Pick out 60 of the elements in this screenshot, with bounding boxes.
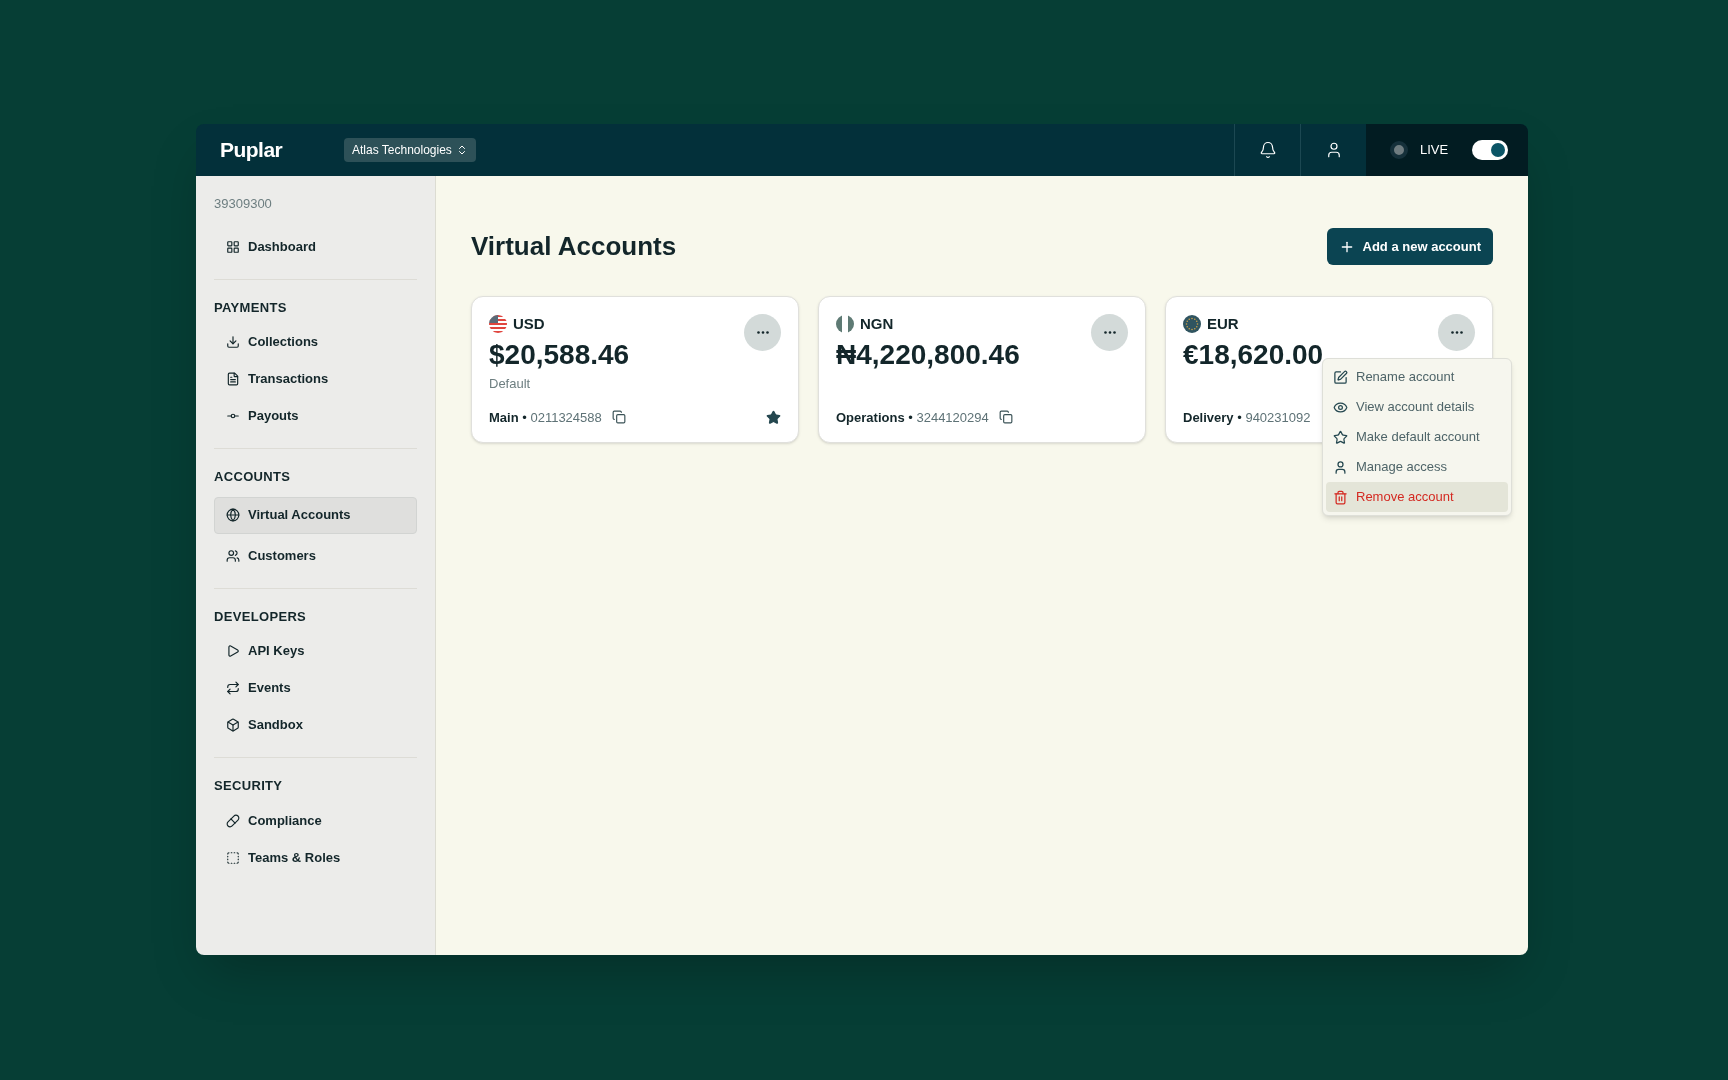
nav-item[interactable]: Customers [214, 540, 417, 571]
organization-switcher[interactable]: Atlas Technologies [344, 138, 476, 162]
play-icon [226, 644, 240, 658]
account-name-number: Main • 0211324588 [489, 408, 602, 427]
globe-icon [226, 508, 240, 522]
nav-item[interactable]: Dashboard [214, 231, 417, 262]
star-icon [1333, 429, 1348, 445]
more-options-button[interactable] [1438, 314, 1475, 351]
section-heading: ACCOUNTS [214, 468, 292, 486]
nav-item[interactable]: Collections [214, 327, 417, 357]
nav-item[interactable]: Payouts [214, 401, 417, 431]
nav-item[interactable]: Transactions [214, 364, 417, 394]
user-icon [1333, 459, 1348, 475]
bell-icon [1258, 141, 1277, 159]
currency-code: NGN [860, 314, 894, 334]
more-options-button[interactable] [1091, 314, 1128, 351]
nav-item[interactable]: Virtual Accounts [214, 496, 417, 534]
more-options-button[interactable] [744, 314, 781, 351]
dashed-square-icon [226, 850, 240, 865]
grid-icon [226, 239, 240, 254]
trash-icon [1333, 489, 1348, 505]
logo: Puplar [220, 137, 283, 164]
live-toggle[interactable] [1472, 140, 1508, 160]
repeat-icon [226, 681, 240, 695]
menu-item[interactable]: Remove account [1326, 482, 1508, 512]
mode-label: LIVE [1420, 141, 1449, 160]
account-balance: $20,588.46 [489, 337, 631, 372]
eu-flag-icon [1183, 315, 1201, 334]
ellipsis-icon [1103, 331, 1116, 334]
ellipsis-icon [1450, 331, 1463, 334]
currency-code: USD [513, 314, 545, 334]
nav-item[interactable]: Teams & Roles [214, 842, 417, 873]
section-heading: DEVELOPERS [214, 607, 308, 626]
nav-item[interactable]: API Keys [214, 636, 417, 666]
nav-item[interactable]: Events [214, 673, 417, 703]
account-name-number: Delivery • 940231092 [1183, 408, 1311, 427]
nav-item[interactable]: Compliance [214, 805, 417, 836]
copy-button[interactable] [998, 410, 1013, 425]
pill-icon [226, 813, 240, 828]
us-flag-icon [489, 315, 507, 334]
account-balance: ₦4,220,800.46 [836, 337, 1021, 372]
section-heading: PAYMENTS [214, 298, 288, 317]
download-icon [226, 335, 240, 349]
nav-item[interactable]: Sandbox [214, 710, 417, 740]
ellipsis-icon [756, 331, 769, 334]
users-icon [226, 548, 240, 563]
account-balance: €18,620.00 [1183, 337, 1325, 372]
nigeria-flag-icon [836, 315, 854, 334]
edit-icon [1333, 369, 1348, 385]
cube-icon [226, 718, 240, 732]
copy-button[interactable] [611, 410, 626, 425]
document-icon [226, 372, 240, 386]
default-label: Default [489, 374, 532, 393]
add-account-button[interactable]: Add a new account [1326, 228, 1493, 265]
eye-icon [1333, 399, 1348, 415]
currency-code: EUR [1207, 314, 1239, 334]
account-id: 39309300 [214, 195, 273, 213]
page-title: Virtual Accounts [471, 230, 677, 263]
section-heading: SECURITY [214, 777, 284, 795]
account-name-number: Operations • 3244120294 [836, 408, 989, 427]
